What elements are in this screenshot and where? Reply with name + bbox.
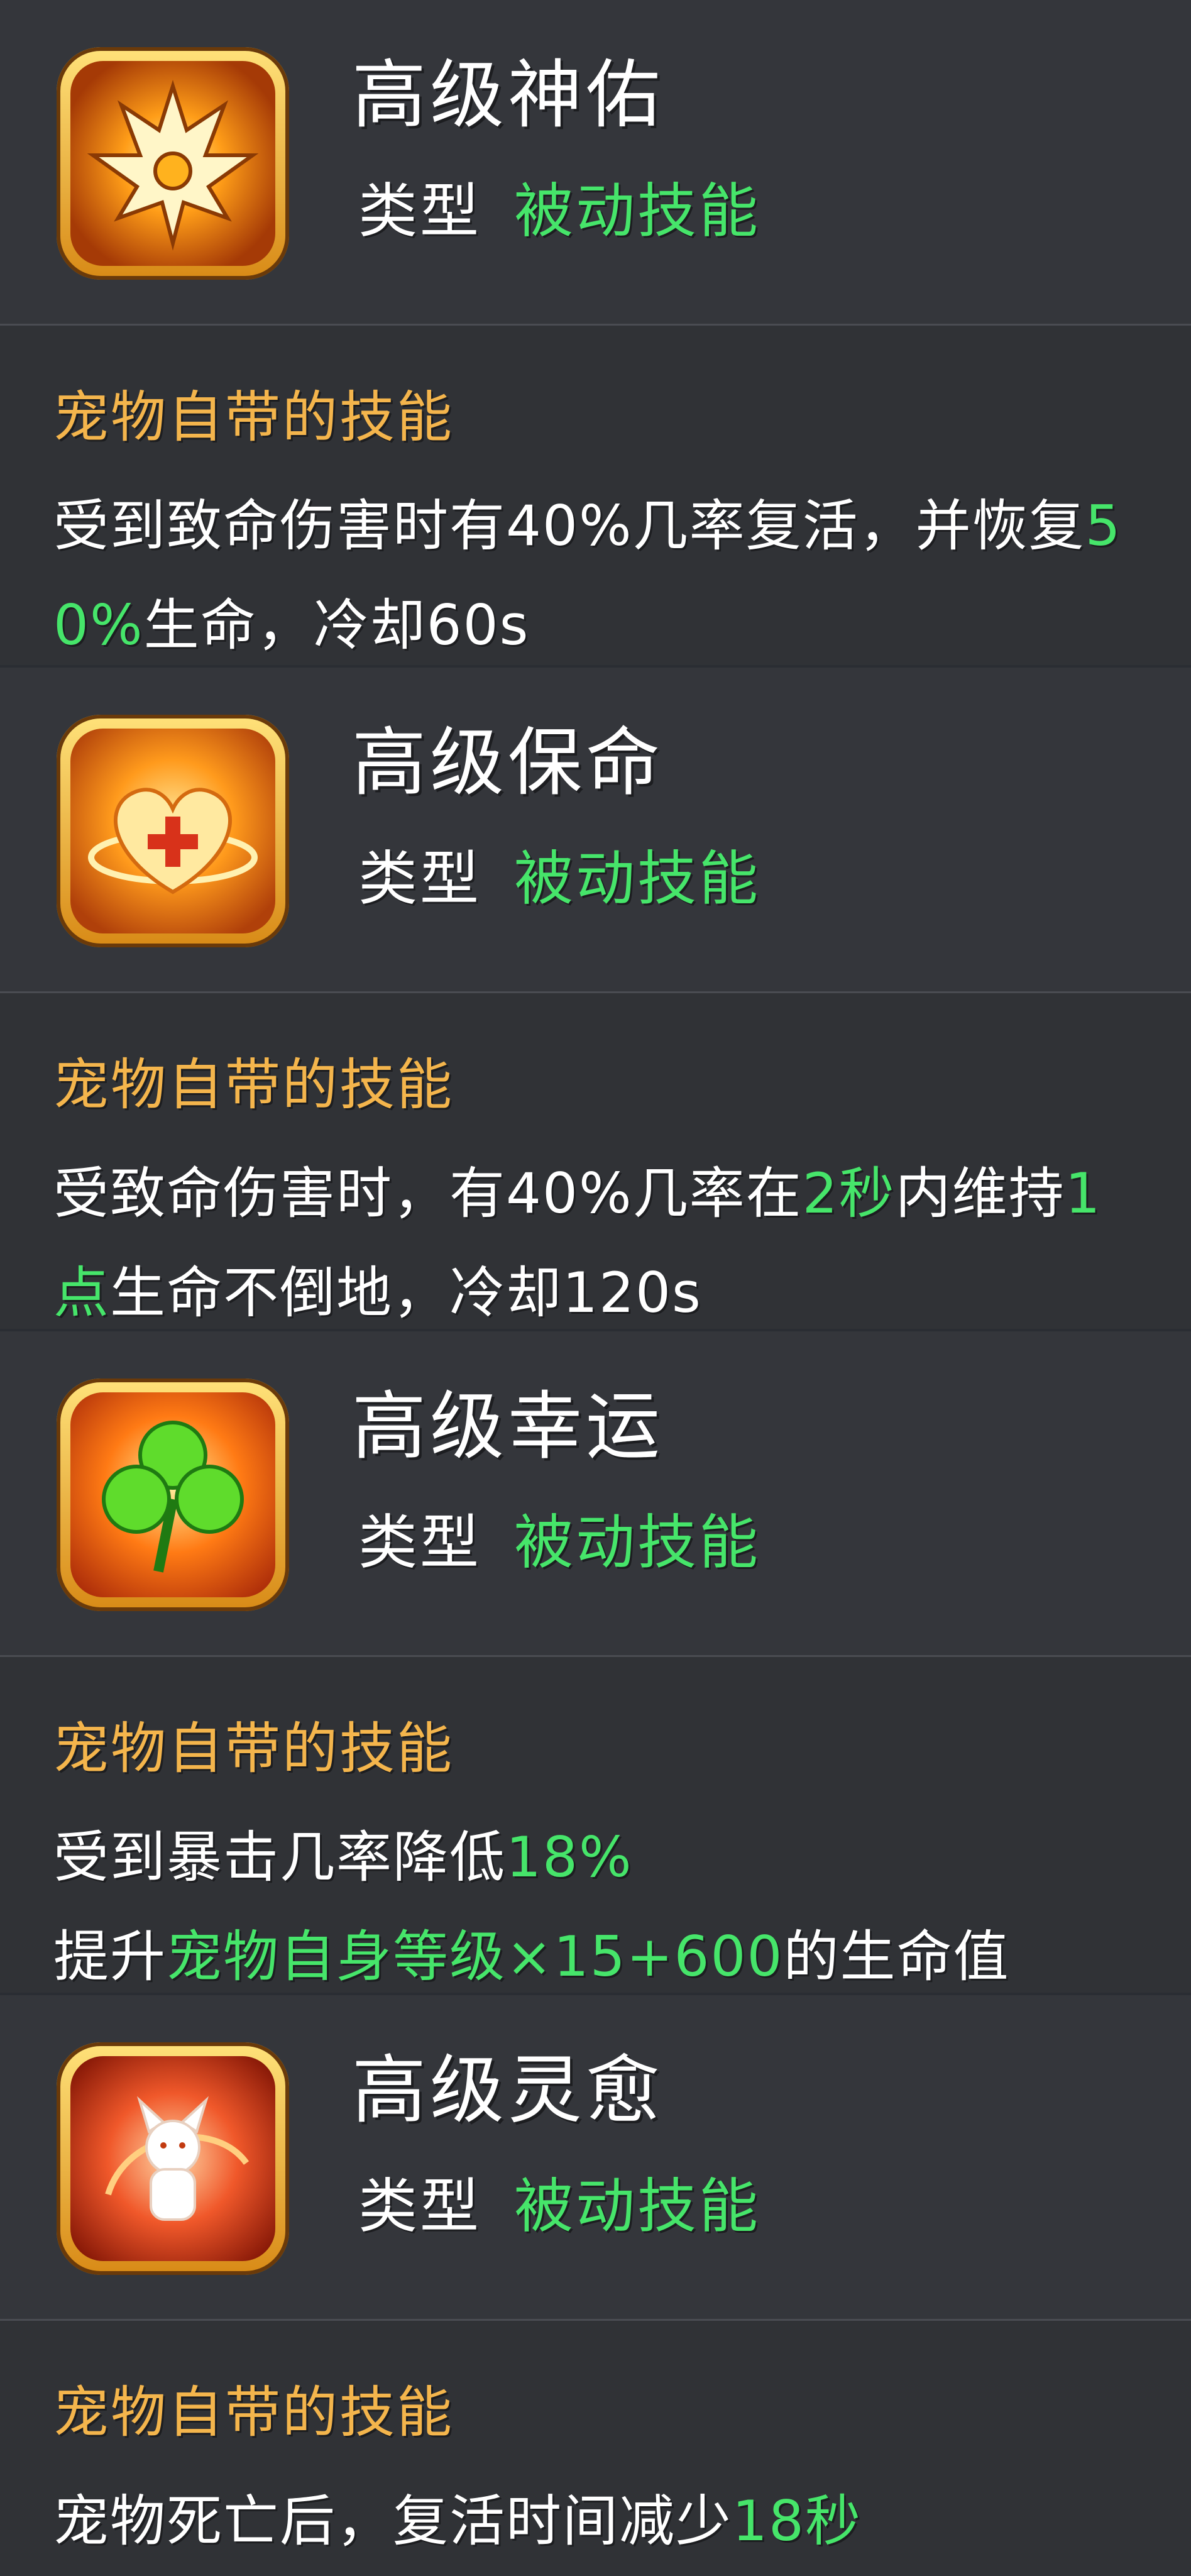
skill-card: 高级幸运 类型 被动技能 宠物自带的技能 受到暴击几率降低18% 提升宠物自身等级×… (0, 1331, 1191, 1993)
skill-title: 高级保命 (352, 719, 664, 806)
desc-highlight: 1 (1065, 1161, 1102, 1226)
skill-description: 受到致命伤害时有40%几率复活，并恢复5 0%生命，冷却60s (53, 476, 1185, 675)
desc-text: 宠物死亡后，复活时间减少 (53, 2489, 733, 2553)
skill-description: 宠物死亡后，复活时间减少18秒 (53, 2472, 1185, 2571)
desc-text: 受到致命伤害时有40%几率复活，并恢复 (53, 493, 1085, 558)
desc-highlight: 2秒 (802, 1161, 896, 1226)
desc-highlight: 18% (506, 1825, 633, 1890)
skill-body: 宠物自带的技能 受到暴击几率降低18% 提升宠物自身等级×15+600的生命值 (0, 1655, 1191, 1993)
fox-spirit-icon (57, 2042, 289, 2275)
desc-text: 受致命伤害时，有40%几率在 (53, 1161, 803, 1226)
desc-highlight: 宠物自身等级×15+600 (167, 1924, 784, 1989)
skill-header: 高级灵愈 类型 被动技能 (0, 1995, 1191, 2319)
desc-highlight: 点 (53, 1260, 111, 1325)
type-label: 类型 (358, 2172, 482, 2241)
winged-crown-icon (57, 47, 289, 280)
skill-title: 高级幸运 (352, 1383, 664, 1470)
heart-plus-icon (57, 715, 289, 947)
clover-icon (57, 1379, 289, 1611)
type-label: 类型 (358, 845, 482, 913)
desc-highlight: 5 (1085, 493, 1122, 558)
skill-title: 高级神佑 (352, 52, 664, 138)
skill-type-row: 类型 被动技能 (358, 2159, 760, 2244)
skill-subhead: 宠物自带的技能 (53, 2380, 454, 2445)
skill-type-row: 类型 被动技能 (358, 831, 760, 916)
desc-text: 生命，冷却60s (143, 593, 530, 658)
skill-title: 高级灵愈 (352, 2047, 664, 2133)
skill-type-row: 类型 被动技能 (358, 163, 760, 249)
desc-highlight: 0% (53, 593, 144, 658)
type-value: 被动技能 (514, 1509, 761, 1577)
desc-text: 的生命值 (783, 1924, 1010, 1989)
skill-card: 高级神佑 类型 被动技能 宠物自带的技能 受到致命伤害时有40%几率复活，并恢复5… (0, 0, 1191, 665)
skill-card: 高级灵愈 类型 被动技能 宠物自带的技能 宠物死亡后，复活时间减少18秒 (0, 1995, 1191, 2576)
skill-type-row: 类型 被动技能 (358, 1495, 760, 1580)
skill-description: 受到暴击几率降低18% 提升宠物自身等级×15+600的生命值 (53, 1808, 1185, 2006)
skill-subhead: 宠物自带的技能 (53, 385, 454, 449)
desc-text: 受到暴击几率降低 (53, 1825, 507, 1890)
desc-text: 生命不倒地，冷却120s (110, 1260, 702, 1325)
skill-subhead: 宠物自带的技能 (53, 1052, 454, 1117)
skill-header: 高级保命 类型 被动技能 (0, 668, 1191, 991)
skill-body: 宠物自带的技能 受到致命伤害时有40%几率复活，并恢复5 0%生命，冷却60s (0, 324, 1191, 665)
desc-text: 内维持 (895, 1161, 1065, 1226)
type-value: 被动技能 (514, 845, 761, 913)
skill-description: 受致命伤害时，有40%几率在2秒内维持1 点生命不倒地，冷却120s (53, 1144, 1185, 1343)
skill-header: 高级幸运 类型 被动技能 (0, 1331, 1191, 1655)
desc-highlight: 18秒 (732, 2489, 862, 2553)
skill-header: 高级神佑 类型 被动技能 (0, 0, 1191, 324)
type-value: 被动技能 (514, 177, 761, 246)
type-label: 类型 (358, 1509, 482, 1577)
skill-body: 宠物自带的技能 受致命伤害时，有40%几率在2秒内维持1 点生命不倒地，冷却120… (0, 991, 1191, 1329)
skill-subhead: 宠物自带的技能 (53, 1716, 454, 1781)
skill-card: 高级保命 类型 被动技能 宠物自带的技能 受致命伤害时，有40%几率在2秒内维持1… (0, 668, 1191, 1329)
type-label: 类型 (358, 177, 482, 246)
skill-body: 宠物自带的技能 宠物死亡后，复活时间减少18秒 (0, 2319, 1191, 2576)
desc-text: 提升 (53, 1924, 167, 1989)
type-value: 被动技能 (514, 2172, 761, 2241)
